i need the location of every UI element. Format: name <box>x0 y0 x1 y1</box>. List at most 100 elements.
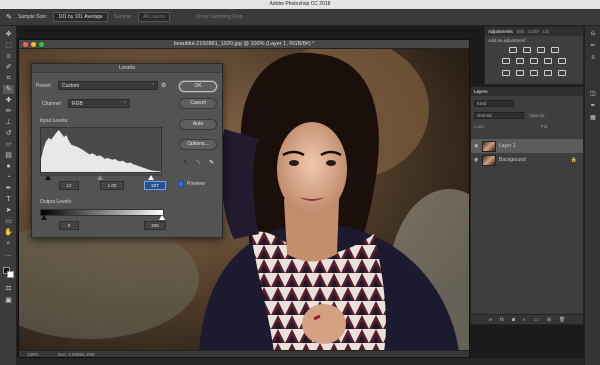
eraser-tool-icon[interactable]: ▱ <box>3 140 14 149</box>
invert-icon[interactable] <box>502 70 510 76</box>
show-sampling-ring-checkbox[interactable]: Show Sampling Ring <box>196 14 242 20</box>
channel-select[interactable]: RGB ⌃ <box>68 99 130 108</box>
trash-icon[interactable]: 🗑 <box>559 317 565 323</box>
gradient-map-icon[interactable] <box>544 70 552 76</box>
visibility-eye-icon[interactable]: ◉ <box>474 157 479 163</box>
healing-brush-tool-icon[interactable]: ✚ <box>3 96 14 105</box>
history-brush-tool-icon[interactable]: ↺ <box>3 129 14 138</box>
document-tab[interactable]: beautiful-2150881_1920.jpg @ 100% (Layer… <box>19 40 469 49</box>
color-balance-icon[interactable] <box>530 58 538 64</box>
hue-saturation-icon[interactable] <box>516 58 524 64</box>
input-gamma-slider[interactable] <box>97 175 103 180</box>
link-layers-icon[interactable]: ∞ <box>489 317 493 323</box>
blend-mode-select[interactable]: Normal <box>474 112 524 119</box>
tab-info[interactable]: Info <box>517 29 525 34</box>
preset-options-icon[interactable]: ⚙ <box>161 82 166 89</box>
minimize-window-icon[interactable] <box>31 42 36 47</box>
layer-style-icon[interactable]: fx <box>500 317 504 323</box>
levels-icon[interactable] <box>523 47 531 53</box>
layer-filter-select[interactable]: Kind <box>474 100 514 107</box>
ok-button[interactable]: OK <box>179 81 217 92</box>
new-layer-icon[interactable]: ⊞ <box>547 317 551 323</box>
auto-button[interactable]: Auto <box>179 119 217 130</box>
brush-panel-icon[interactable]: ✏ <box>588 42 598 50</box>
posterize-icon[interactable] <box>516 70 524 76</box>
clone-stamp-tool-icon[interactable]: ⊥ <box>3 118 14 127</box>
type-tool-icon[interactable]: T <box>3 195 14 204</box>
app-title-bar: Adobe Photoshop CC 2018 <box>0 0 600 9</box>
layer-row[interactable]: ◉ Background 🔒 <box>471 153 583 167</box>
layer-filter-kind: Kind <box>477 101 487 106</box>
sample-label: Sample: <box>113 14 133 20</box>
properties-panel-icon[interactable]: ≡ <box>588 54 598 62</box>
gray-point-eyedropper-icon[interactable]: ✎ <box>195 159 202 167</box>
options-button[interactable]: Options... <box>179 139 217 150</box>
rectangle-tool-icon[interactable]: ▭ <box>3 217 14 226</box>
white-point-eyedropper-icon[interactable]: ✎ <box>208 159 215 167</box>
gradient-tool-icon[interactable]: ▤ <box>3 151 14 160</box>
paths-panel-icon[interactable]: ✒ <box>588 102 598 110</box>
vibrance-icon[interactable] <box>502 58 510 64</box>
output-black-slider[interactable] <box>41 215 47 220</box>
close-window-icon[interactable] <box>23 42 28 47</box>
preview-checkbox[interactable] <box>178 181 184 187</box>
input-gamma-field[interactable]: 1.00 <box>100 181 124 190</box>
input-black-slider[interactable] <box>45 175 51 180</box>
input-black-field[interactable]: 12 <box>59 181 79 190</box>
tab-color[interactable]: Color <box>528 29 539 34</box>
selective-color-icon[interactable] <box>558 70 566 76</box>
brush-tool-icon[interactable]: ✏ <box>3 107 14 116</box>
zoom-tool-icon[interactable]: ⌕ <box>3 239 14 248</box>
output-white-slider[interactable] <box>159 215 165 220</box>
eyedropper-options-icon[interactable]: ✎ <box>6 13 12 21</box>
history-panel-icon[interactable]: ⎌ <box>588 30 598 38</box>
swatches-panel-icon[interactable]: ▦ <box>588 114 598 122</box>
tools-panel: ✥ ⬚ ↄ ✐ ⌗ ✎ ✚ ✏ ⊥ ↺ ▱ ▤ ● ◔ ✒ T ➤ ▭ ✋ ⌕ … <box>0 26 17 365</box>
output-black-field[interactable]: 0 <box>59 221 79 230</box>
blur-tool-icon[interactable]: ● <box>3 162 14 171</box>
marquee-tool-icon[interactable]: ⬚ <box>3 41 14 50</box>
sample-select[interactable]: All Layers <box>138 12 171 22</box>
more-tools-icon[interactable]: … <box>3 250 14 259</box>
document-title: beautiful-2150881_1920.jpg @ 100% (Layer… <box>173 41 315 47</box>
brightness-contrast-icon[interactable] <box>509 47 517 53</box>
exposure-icon[interactable] <box>551 47 559 53</box>
quick-select-tool-icon[interactable]: ✐ <box>3 63 14 72</box>
input-white-slider[interactable] <box>148 175 154 180</box>
tab-libraries[interactable]: Lib <box>543 29 549 34</box>
screen-mode-icon[interactable]: ▣ <box>3 296 14 305</box>
quick-mask-icon[interactable]: ◘ <box>3 284 14 293</box>
lasso-tool-icon[interactable]: ↄ <box>3 52 14 61</box>
background-color-swatch[interactable] <box>7 271 14 278</box>
output-gradient-bar <box>40 209 164 216</box>
sample-size-select[interactable]: 101 by 101 Average <box>53 12 108 22</box>
tab-adjustments[interactable]: Adjustments <box>488 29 513 34</box>
cancel-button[interactable]: Cancel <box>179 98 217 109</box>
black-white-icon[interactable] <box>544 58 552 64</box>
pen-tool-icon[interactable]: ✒ <box>3 184 14 193</box>
tab-layers[interactable]: Layers <box>474 89 488 94</box>
crop-tool-icon[interactable]: ⌗ <box>3 74 14 83</box>
add-mask-icon[interactable]: ◙ <box>512 317 515 323</box>
curves-icon[interactable] <box>537 47 545 53</box>
hand-tool-icon[interactable]: ✋ <box>3 228 14 237</box>
visibility-eye-icon[interactable]: ◉ <box>474 143 479 149</box>
app-title: Adobe Photoshop CC 2018 <box>269 1 331 7</box>
photo-filter-icon[interactable] <box>558 58 566 64</box>
preset-select[interactable]: Custom ⌃ <box>58 81 158 90</box>
adjustment-layer-icon[interactable]: ◐ <box>523 317 526 323</box>
dodge-tool-icon[interactable]: ◔ <box>3 173 14 182</box>
histogram-plot <box>41 130 161 172</box>
threshold-icon[interactable] <box>530 70 538 76</box>
layer-row[interactable]: ◉ Layer 1 <box>471 139 583 153</box>
path-select-tool-icon[interactable]: ➤ <box>3 206 14 215</box>
black-point-eyedropper-icon[interactable]: ✎ <box>182 159 189 167</box>
output-white-field[interactable]: 255 <box>144 221 166 230</box>
zoom-window-icon[interactable] <box>39 42 44 47</box>
channels-panel-icon[interactable]: ◫ <box>588 90 598 98</box>
input-white-field[interactable]: 227 <box>144 181 166 190</box>
zoom-level[interactable]: 100% <box>27 352 39 357</box>
group-icon[interactable]: ▭ <box>534 317 539 323</box>
move-tool-icon[interactable]: ✥ <box>3 30 14 39</box>
eyedropper-tool-icon[interactable]: ✎ <box>3 85 14 94</box>
